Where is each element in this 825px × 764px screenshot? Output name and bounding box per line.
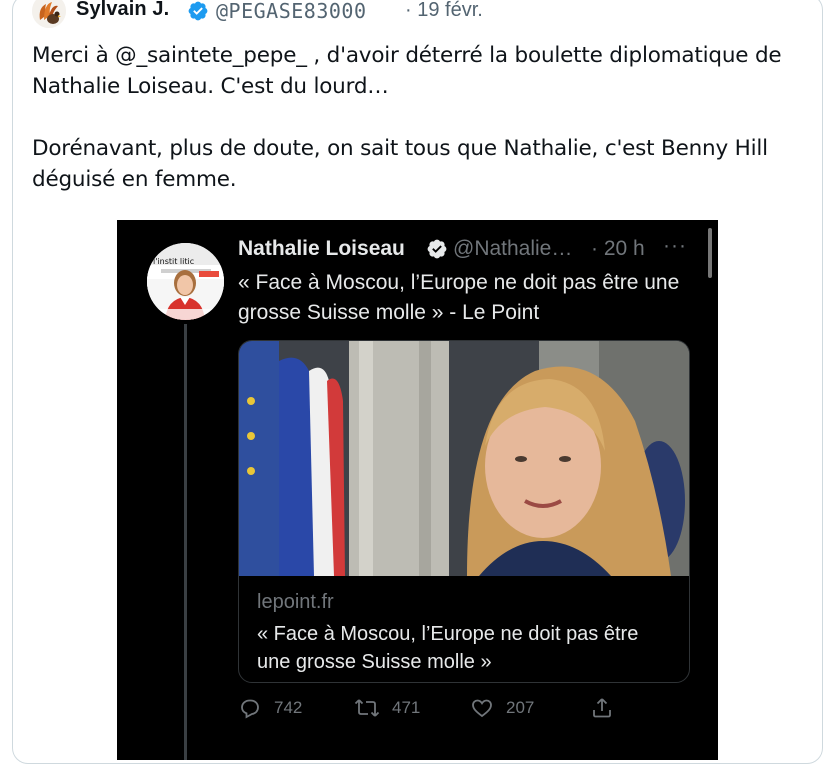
retweet-action: 471	[354, 696, 420, 720]
thread-line	[184, 324, 187, 760]
tweet-text: Merci à @_saintete_pepe_ , d'avoir déter…	[32, 43, 782, 192]
screenshot-author-handle: @Nathalie…	[453, 237, 573, 260]
screenshot-author-avatar: l'instit litic	[147, 243, 224, 320]
retweet-count: 471	[392, 698, 421, 717]
retweet-icon	[354, 699, 380, 717]
link-domain: lepoint.fr	[257, 591, 334, 613]
screenshot-tweet-text: « Face à Moscou, l’Europe ne doit pas êt…	[238, 271, 680, 324]
heart-icon	[472, 699, 492, 718]
share-action	[590, 696, 626, 720]
author-name[interactable]: Sylvain J.	[76, 0, 169, 21]
reply-action: 742	[238, 696, 302, 720]
screenshot-author-name: Nathalie Loiseau	[238, 237, 405, 260]
reply-count: 742	[274, 698, 303, 717]
portrait-avatar-icon	[147, 243, 224, 320]
scrollbar	[708, 228, 712, 278]
reply-icon	[241, 699, 259, 719]
link-preview-photo	[239, 341, 689, 576]
screenshot-time: · 20 h	[591, 237, 645, 260]
action-bar: 742 471 207	[238, 696, 698, 726]
like-count: 207	[506, 698, 535, 717]
avatar-caption: l'instit litic	[153, 257, 195, 266]
more-options-icon: ···	[663, 234, 687, 257]
verified-badge-icon	[188, 1, 208, 21]
link-title: « Face à Moscou, l’Europe ne doit pas êt…	[257, 623, 639, 673]
embedded-screenshot[interactable]: l'instit litic Nathalie Loiseau @Nathali…	[117, 220, 718, 760]
screenshot-verified-icon	[427, 239, 447, 259]
tweet-date[interactable]: · 19 févr.	[405, 0, 483, 22]
author-handle[interactable]: @PEGASE83000	[216, 0, 367, 23]
share-icon	[593, 698, 611, 718]
link-preview-card: lepoint.fr « Face à Moscou, l’Europe ne …	[238, 340, 690, 683]
like-action: 207	[470, 696, 534, 720]
